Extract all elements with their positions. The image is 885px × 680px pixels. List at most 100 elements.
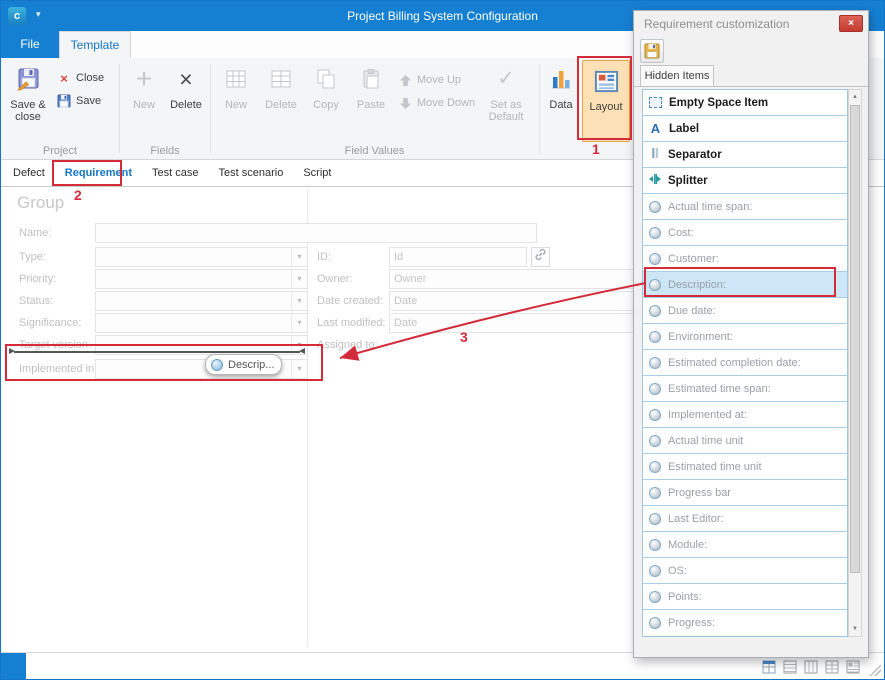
hidden-item-actual-time-unit[interactable]: Actual time unit: [643, 428, 847, 454]
group-separator: [539, 64, 540, 153]
scroll-down-icon[interactable]: ▼: [849, 622, 861, 636]
hidden-item-cost[interactable]: Cost:: [643, 220, 847, 246]
type-combobox[interactable]: ▾: [95, 247, 308, 267]
scroll-up-icon[interactable]: ▲: [849, 90, 861, 104]
statusbar-columns-view-icon[interactable]: [804, 660, 818, 679]
hidden-item-estimated-completion-date[interactable]: Estimated completion date:: [643, 350, 847, 376]
resize-grip[interactable]: [869, 664, 881, 676]
group-title: Group: [17, 193, 64, 213]
item-label: Description:: [668, 279, 726, 291]
copy-icon: [305, 61, 347, 97]
move-down-label: Move Down: [417, 97, 475, 109]
layout-button[interactable]: Layout: [582, 60, 630, 142]
hidden-item-due-date[interactable]: Due date:: [643, 298, 847, 324]
hidden-item-environment[interactable]: Environment:: [643, 324, 847, 350]
id-label: ID:: [317, 247, 331, 267]
hidden-item-label[interactable]: A Label: [643, 116, 847, 142]
hidden-item-separator[interactable]: Separator: [643, 142, 847, 168]
field-orb-icon: [649, 357, 661, 369]
name-field[interactable]: [95, 223, 537, 243]
ribbon-tab-file[interactable]: File: [1, 31, 59, 58]
tab-defect[interactable]: Defect: [3, 161, 55, 186]
save-close-icon: [4, 61, 52, 97]
statusbar-grid-view-icon[interactable]: [762, 660, 776, 679]
statusbar-layout-view-icon[interactable]: [846, 660, 860, 679]
item-label: Estimated time unit: [668, 461, 762, 473]
fields-new-button[interactable]: + New: [124, 61, 164, 139]
id-field[interactable]: Id: [389, 247, 527, 267]
item-label: OS:: [668, 565, 687, 577]
close-template-button[interactable]: × Close: [56, 68, 104, 88]
hidden-item-points[interactable]: Points:: [643, 584, 847, 610]
group-separator: [210, 64, 211, 153]
dropdown-arrow-icon[interactable]: ▾: [291, 270, 307, 288]
save-and-close-button[interactable]: Save & close: [4, 61, 52, 139]
tab-hidden-items[interactable]: Hidden Items: [640, 65, 714, 87]
dropdown-arrow-icon[interactable]: ▾: [291, 314, 307, 332]
ribbon-tab-template[interactable]: Template: [59, 31, 131, 58]
field-orb-icon: [649, 435, 661, 447]
close-x-icon: ×: [56, 71, 72, 86]
set-as-default-button[interactable]: ✓ Set as Default: [479, 61, 533, 139]
drag-ghost-description[interactable]: Descrip...: [205, 354, 282, 375]
statusbar-rows-view-icon[interactable]: [783, 660, 797, 679]
layout-label: Layout: [589, 101, 622, 113]
hidden-item-description[interactable]: Description:: [643, 272, 847, 298]
hidden-item-splitter[interactable]: Splitter: [643, 168, 847, 194]
hidden-item-implemented-at[interactable]: Implemented at:: [643, 402, 847, 428]
link-button[interactable]: [531, 247, 550, 267]
date-created-field[interactable]: Date: [389, 291, 637, 311]
item-label: Environment:: [668, 331, 733, 343]
field-values-new-button[interactable]: New: [215, 61, 257, 139]
field-orb-icon: [211, 359, 223, 371]
scrollbar-thumb[interactable]: [850, 105, 860, 573]
dialog-close-button[interactable]: ×: [839, 15, 863, 32]
hidden-item-estimated-time-unit[interactable]: Estimated time unit: [643, 454, 847, 480]
dropdown-arrow-icon[interactable]: ▾: [291, 292, 307, 310]
hidden-item-module[interactable]: Module:: [643, 532, 847, 558]
priority-combobox[interactable]: ▾: [95, 269, 308, 289]
move-up-icon: [397, 74, 413, 87]
list-scrollbar[interactable]: ▲ ▼: [848, 89, 862, 637]
dropdown-arrow-icon[interactable]: ▾: [291, 360, 307, 378]
hidden-item-progress-bar[interactable]: Progress bar: [643, 480, 847, 506]
copy-label: Copy: [313, 99, 339, 111]
ribbon-group-label-fields: Fields: [121, 145, 209, 157]
ribbon-group-label-field-values: Field Values: [211, 145, 538, 157]
hidden-item-os[interactable]: OS:: [643, 558, 847, 584]
save-button[interactable]: Save: [56, 91, 101, 111]
plus-icon: +: [124, 61, 164, 97]
priority-label: Priority:: [19, 269, 56, 289]
hidden-item-progress[interactable]: Progress:: [643, 610, 847, 636]
item-label: Points:: [668, 591, 702, 603]
insertion-arrow-right-icon: [299, 348, 305, 354]
last-modified-field[interactable]: Date: [389, 313, 637, 333]
hidden-item-customer[interactable]: Customer:: [643, 246, 847, 272]
paste-button[interactable]: Paste: [349, 61, 393, 139]
status-combobox[interactable]: ▾: [95, 291, 308, 311]
tab-test-scenario[interactable]: Test scenario: [209, 161, 294, 186]
significance-combobox[interactable]: ▾: [95, 313, 308, 333]
implemented-in-label: Implemented in:: [19, 359, 97, 379]
type-label: Type:: [19, 247, 46, 267]
tab-test-case[interactable]: Test case: [142, 161, 208, 186]
dropdown-arrow-icon[interactable]: ▾: [291, 248, 307, 266]
fields-delete-button[interactable]: × Delete: [165, 61, 207, 139]
item-label: Progress:: [668, 617, 715, 629]
item-label: Actual time span:: [668, 201, 752, 213]
hidden-item-actual-time-span[interactable]: Actual time span:: [643, 194, 847, 220]
item-label: Splitter: [668, 175, 708, 187]
hidden-item-estimated-time-span[interactable]: Estimated time span:: [643, 376, 847, 402]
tab-script[interactable]: Script: [293, 161, 341, 186]
owner-field[interactable]: Owner: [389, 269, 637, 289]
move-down-button[interactable]: Move Down: [397, 93, 475, 113]
data-button[interactable]: Data: [543, 61, 579, 139]
tab-requirement[interactable]: Requirement: [55, 161, 142, 186]
move-up-button[interactable]: Move Up: [397, 70, 461, 90]
statusbar-table-view-icon[interactable]: [825, 660, 839, 679]
hidden-item-empty-space-item[interactable]: Empty Space Item: [643, 90, 847, 116]
copy-button[interactable]: Copy: [305, 61, 347, 139]
field-values-delete-button[interactable]: Delete: [259, 61, 303, 139]
hidden-item-last-editor[interactable]: Last Editor:: [643, 506, 847, 532]
dialog-save-button[interactable]: [640, 39, 664, 63]
